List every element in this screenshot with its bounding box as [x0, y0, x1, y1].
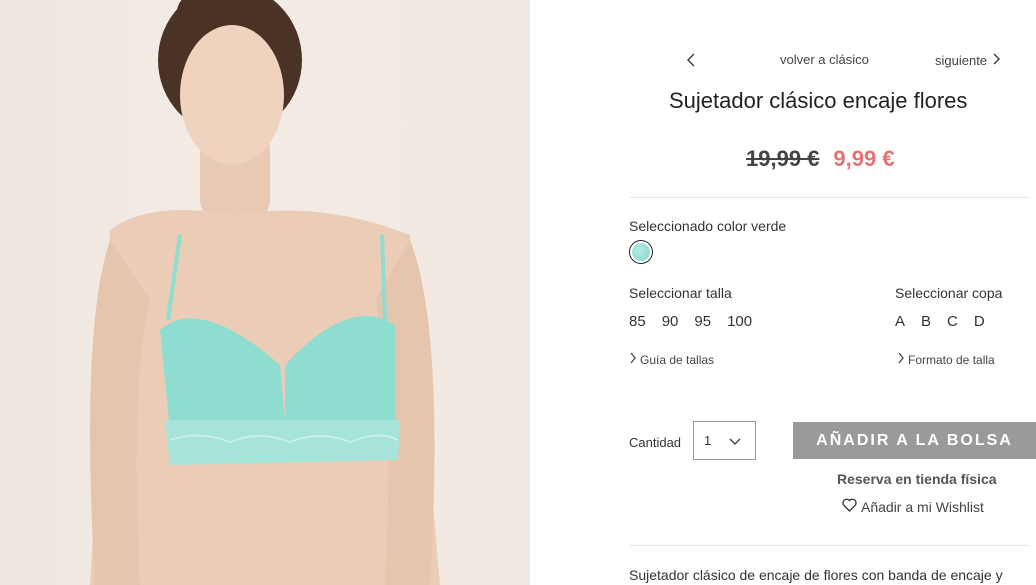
- reserve-in-store-link[interactable]: Reserva en tienda física: [837, 471, 997, 487]
- quantity-value: 1: [704, 433, 712, 448]
- color-swatch-green[interactable]: [629, 240, 653, 264]
- chevron-down-icon: [729, 434, 741, 452]
- original-price: 19,99 €: [746, 146, 820, 171]
- size-option-90[interactable]: 90: [662, 313, 679, 330]
- quantity-label: Cantidad: [629, 435, 682, 450]
- size-option-95[interactable]: 95: [694, 313, 711, 330]
- color-label: Seleccionado color verde: [629, 218, 787, 234]
- chevron-right-icon: [991, 52, 1001, 69]
- divider: [630, 197, 1030, 198]
- add-to-wishlist-link[interactable]: Añadir a mi Wishlist: [842, 498, 984, 515]
- size-option-85[interactable]: 85: [629, 313, 646, 330]
- product-description: Sujetador clásico de encaje de flores co…: [629, 567, 1003, 583]
- product-details-panel: volver a clásico siguiente Sujetador clá…: [530, 0, 1036, 585]
- chevron-left-icon[interactable]: [685, 52, 699, 68]
- back-to-category-link[interactable]: volver a clásico: [780, 52, 869, 67]
- size-guide-link[interactable]: Guía de tallas: [629, 352, 714, 367]
- product-image: [90, 0, 440, 585]
- size-guide-label: Guía de tallas: [640, 352, 715, 367]
- product-title: Sujetador clásico encaje flores: [669, 88, 968, 113]
- price-block: 19,99 € 9,99 €: [746, 146, 895, 172]
- chevron-right-icon: [897, 352, 905, 367]
- cup-option-a[interactable]: A: [895, 313, 905, 330]
- add-to-bag-button[interactable]: AÑADIR A LA BOLSA: [793, 422, 1036, 459]
- cup-option-c[interactable]: C: [947, 313, 958, 330]
- swatch-fill: [632, 243, 650, 261]
- heart-icon: [842, 498, 857, 515]
- quantity-select[interactable]: 1: [693, 421, 756, 460]
- divider: [630, 545, 1030, 546]
- product-photo: [0, 0, 530, 585]
- cup-options: A B C D: [895, 313, 1001, 330]
- chevron-right-icon: [629, 352, 637, 367]
- size-format-label: Formato de talla: [908, 352, 995, 367]
- size-label: Seleccionar talla: [629, 285, 732, 301]
- size-option-100[interactable]: 100: [727, 313, 752, 330]
- size-options: 85 90 95 100: [629, 313, 768, 330]
- cup-option-b[interactable]: B: [921, 313, 931, 330]
- size-format-link[interactable]: Formato de talla: [897, 352, 995, 367]
- cup-label: Seleccionar copa: [895, 285, 1003, 301]
- sale-price: 9,99 €: [833, 146, 895, 171]
- next-label: siguiente: [935, 53, 988, 68]
- next-product-link[interactable]: siguiente: [935, 52, 1001, 69]
- wishlist-label: Añadir a mi Wishlist: [861, 498, 984, 515]
- cup-option-d[interactable]: D: [974, 313, 985, 330]
